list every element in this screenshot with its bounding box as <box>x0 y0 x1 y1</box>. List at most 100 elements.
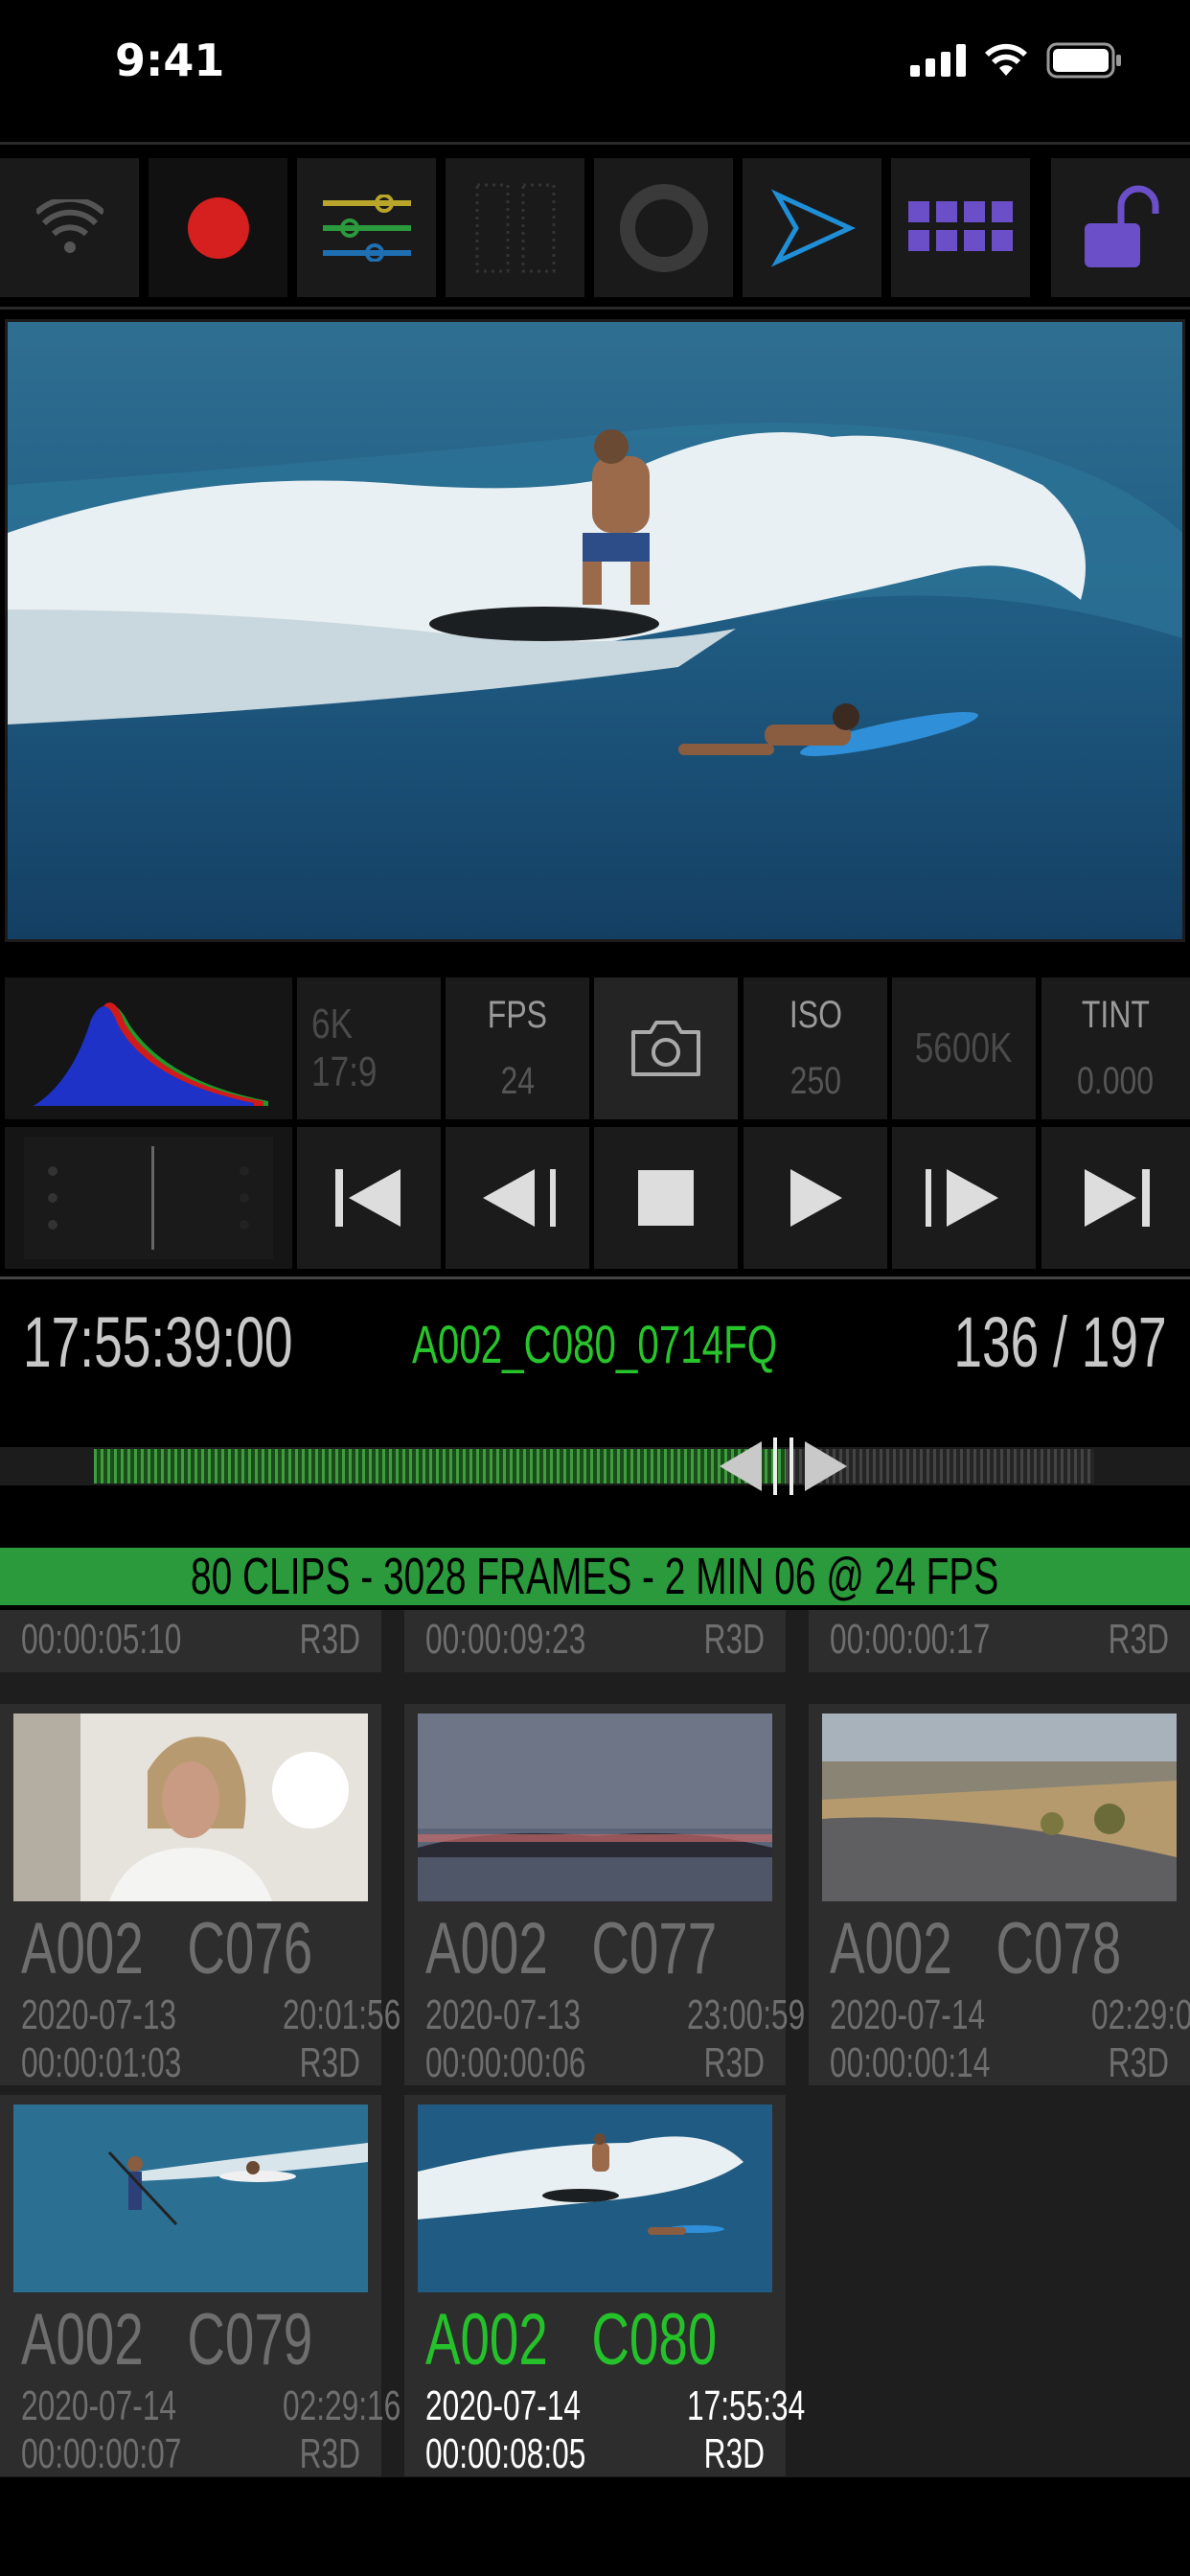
clip-number: C080 <box>591 2299 718 2380</box>
resolution-setting[interactable]: 6K 17:9 <box>297 978 441 1119</box>
clip-duration-row: 00:00:00:06 R3D <box>425 2039 765 2087</box>
clips-summary-text: 80 CLIPS - 3028 FRAMES - 2 MIN 06 @ 24 F… <box>191 1548 999 1605</box>
tint-value: 0.000 <box>1077 1060 1155 1102</box>
skip-to-end-button[interactable] <box>1041 1127 1190 1269</box>
playhead-handle-icon[interactable] <box>714 1436 853 1497</box>
clip-number: C076 <box>187 1908 313 1990</box>
clip-grid: 00:00:05:10 R3D 00:00:09:23 R3D 00:00:00… <box>0 1610 1190 2477</box>
clip-duration: 00:00:00:06 <box>425 2039 586 2086</box>
clip-thumbnail <box>418 1714 772 1901</box>
status-icons <box>910 42 1123 79</box>
skip-to-start-icon <box>335 1169 400 1227</box>
clip-format: R3D <box>299 1616 360 1663</box>
toolbar <box>0 158 1190 297</box>
clip-duration: 00:00:09:23 <box>425 1616 586 1663</box>
play-button[interactable] <box>744 1127 887 1269</box>
clip-date: 2020-07-13 <box>21 1991 177 2038</box>
clip-format: R3D <box>703 1616 765 1663</box>
clip-reel: A002 <box>425 1908 548 1990</box>
clip-tile-c080-selected[interactable]: A002 C080 2020-07-14 17:55:34 00:00:08:0… <box>404 2095 805 2477</box>
clip-tile-c076[interactable]: A002 C076 2020-07-13 20:01:56 00:00:01:0… <box>0 1704 400 2087</box>
clip-reel: A002 <box>21 1908 144 1990</box>
white-balance-setting[interactable]: 5600K <box>892 978 1036 1119</box>
clip-tile[interactable]: 00:00:09:23 R3D <box>404 1610 786 1672</box>
clip-duration-row: 00:00:00:07 R3D <box>21 2430 360 2477</box>
histogram[interactable] <box>5 978 292 1119</box>
clip-tile[interactable]: 00:00:05:10 R3D <box>0 1610 381 1672</box>
clip-thumbnail <box>13 2104 368 2292</box>
fps-setting[interactable]: FPS 24 <box>446 978 589 1119</box>
clip-date-row: 2020-07-14 02:29:16 <box>21 2382 400 2430</box>
wifi-button[interactable] <box>0 158 139 297</box>
snapshot-button[interactable] <box>594 978 738 1119</box>
divider <box>0 307 1190 310</box>
record-button[interactable] <box>149 158 287 297</box>
clip-grid-button[interactable] <box>891 158 1030 297</box>
clip-time: 20:01:56 <box>283 1991 401 2038</box>
surf-frame-image <box>8 322 1182 939</box>
clip-name: A002 C076 <box>21 1907 312 1990</box>
scrubber-played <box>94 1449 786 1484</box>
clip-thumbnail <box>418 2104 772 2292</box>
clip-tile-c078[interactable]: A002 C078 2020-07-14 02:29:09 00:00:00:1… <box>809 1704 1190 2087</box>
clip-duration: 00:00:00:17 <box>830 1616 991 1663</box>
stop-icon <box>638 1170 694 1226</box>
clips-summary-bar: 80 CLIPS - 3028 FRAMES - 2 MIN 06 @ 24 F… <box>0 1548 1190 1605</box>
clip-duration: 00:00:05:10 <box>21 1616 182 1663</box>
playback-info: 17:55:39:00 A002_C080_0714FQ 136 / 197 <box>0 1284 1190 1399</box>
stop-button[interactable] <box>594 1127 738 1269</box>
clip-date-row: 2020-07-14 02:29:09 <box>830 1991 1190 2039</box>
clip-tile[interactable]: 00:00:00:17 R3D <box>809 1610 1190 1672</box>
tint-setting[interactable]: TINT 0.000 <box>1041 978 1190 1119</box>
histogram-graph <box>34 1002 268 1106</box>
sliders-icon <box>322 194 411 262</box>
step-forward-button[interactable] <box>892 1127 1036 1269</box>
clip-tile-c077[interactable]: A002 C077 2020-07-13 23:00:59 00:00:00:0… <box>404 1704 805 2087</box>
clip-tile-c079[interactable]: A002 C079 2020-07-14 02:29:16 00:00:00:0… <box>0 2095 400 2477</box>
clip-date: 2020-07-13 <box>425 1991 582 2038</box>
clip-duration-row: 00:00:01:03 R3D <box>21 2039 360 2087</box>
skip-to-end-icon <box>1084 1169 1150 1227</box>
audio-meter-icon <box>475 183 555 272</box>
clip-date-row: 2020-07-13 23:00:59 <box>425 1991 805 2039</box>
settings-sliders-button[interactable] <box>297 158 436 297</box>
clip-thumbnail <box>822 1714 1177 1901</box>
clip-reel: A002 <box>425 2299 548 2380</box>
step-back-button[interactable] <box>446 1127 589 1269</box>
clip-format: R3D <box>299 2430 360 2477</box>
clip-thumbnail <box>13 1714 368 1901</box>
grid-icon <box>907 200 1013 251</box>
timecode: 17:55:39:00 <box>23 1302 293 1382</box>
clip-duration-row: 00:00:05:10 R3D <box>21 1616 360 1664</box>
clip-duration: 00:00:01:03 <box>21 2039 182 2086</box>
send-button[interactable] <box>743 158 881 297</box>
record-icon <box>187 196 249 259</box>
timeline-scrubber[interactable] <box>0 1438 1190 1495</box>
wifi-status-icon <box>985 43 1027 76</box>
tint-label: TINT <box>1081 994 1151 1036</box>
iso-setting[interactable]: ISO 250 <box>744 978 887 1119</box>
unlock-icon <box>1084 185 1158 267</box>
lock-button[interactable] <box>1051 158 1190 297</box>
battery-icon <box>1046 42 1121 79</box>
clip-time: 02:29:09 <box>1091 1991 1190 2038</box>
clip-format: R3D <box>299 2039 360 2086</box>
clip-number: C078 <box>995 1908 1122 1990</box>
wifi-icon <box>35 198 103 253</box>
audio-level-meter <box>24 1137 273 1259</box>
divider <box>0 142 1190 145</box>
clip-date-row: 2020-07-14 17:55:34 <box>425 2382 805 2430</box>
clip-duration-row: 00:00:08:05 R3D <box>425 2430 765 2477</box>
step-forward-icon <box>926 1169 998 1227</box>
white-balance-value: 5600K <box>915 1024 1013 1071</box>
clip-format: R3D <box>703 2039 765 2086</box>
play-icon <box>790 1169 842 1227</box>
clip-duration-row: 00:00:09:23 R3D <box>425 1616 765 1664</box>
audio-meters-button[interactable] <box>446 158 584 297</box>
clip-date: 2020-07-14 <box>21 2382 177 2429</box>
lens-button[interactable] <box>594 158 733 297</box>
clip-name: A002 C077 <box>425 1907 717 1990</box>
skip-to-start-button[interactable] <box>297 1127 441 1269</box>
clip-duration-row: 00:00:00:14 R3D <box>830 2039 1169 2087</box>
video-preview[interactable] <box>5 319 1185 942</box>
